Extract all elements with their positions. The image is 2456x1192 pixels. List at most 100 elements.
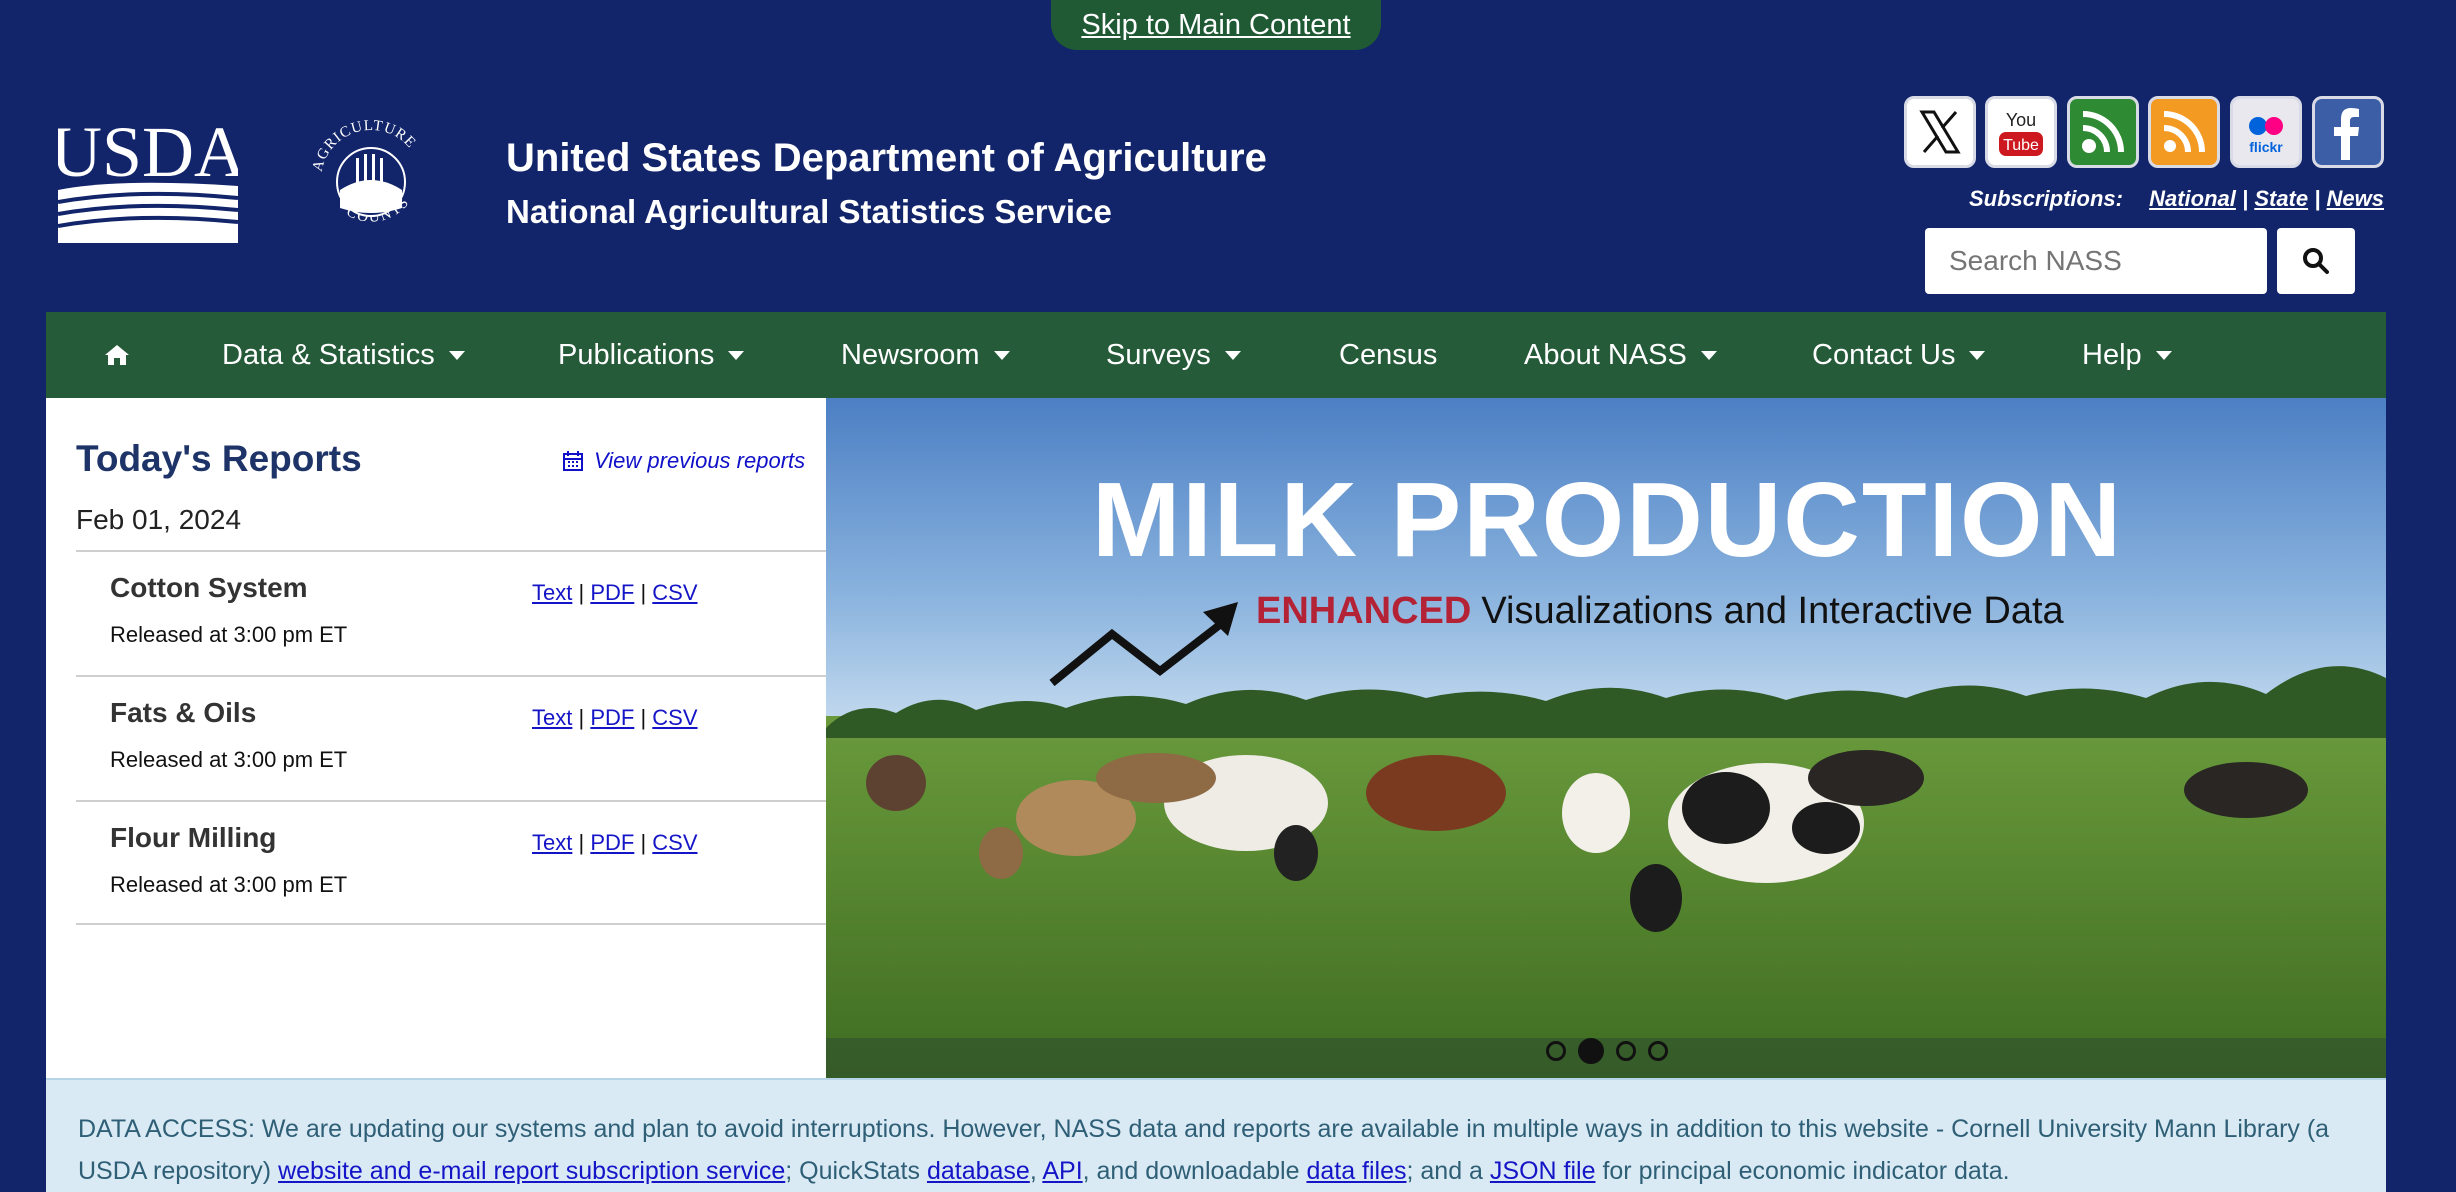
caret-down-icon: [728, 350, 745, 360]
subscription-national-link[interactable]: National: [2149, 186, 2236, 211]
report-text-link[interactable]: Text: [532, 580, 572, 605]
todays-reports-panel: Today's Reports View previous reports Fe…: [46, 398, 868, 1078]
report-text-link[interactable]: Text: [532, 830, 572, 855]
svg-text:Tube: Tube: [2003, 137, 2039, 154]
nav-label: Data & Statistics: [222, 338, 435, 371]
carousel-indicators: [1546, 1038, 1680, 1064]
home-icon: [105, 345, 129, 365]
hero-title: MILK PRODUCTION: [1092, 461, 2124, 579]
nav-label: Surveys: [1106, 338, 1211, 371]
report-csv-link[interactable]: CSV: [652, 705, 697, 730]
hero-subtitle: ENHANCED Visualizations and Interactive D…: [1256, 590, 2064, 633]
search-icon: [2303, 248, 2329, 274]
data-files-link[interactable]: data files: [1306, 1157, 1406, 1185]
todays-reports-title: Today's Reports: [76, 438, 362, 479]
flickr-icon[interactable]: flickr: [2230, 96, 2302, 168]
report-item: Cotton System Released at 3:00 pm ET Tex…: [76, 550, 868, 675]
report-pdf-link[interactable]: PDF: [590, 830, 634, 855]
subscriptions: Subscriptions: National | State | News: [1969, 186, 2384, 212]
view-previous-reports-label: View previous reports: [594, 448, 806, 473]
nav-label: About NASS: [1524, 338, 1687, 371]
carousel-dot[interactable]: [1616, 1041, 1636, 1061]
nav-surveys[interactable]: Surveys: [1106, 312, 1241, 398]
report-release-time: Released at 3:00 pm ET: [110, 872, 348, 897]
svg-text:You: You: [2006, 110, 2036, 130]
subscription-service-link[interactable]: website and e-mail report subscription s…: [278, 1157, 785, 1185]
carousel-dot[interactable]: [1648, 1041, 1668, 1061]
separator: |: [578, 580, 585, 605]
notice-text: ; QuickStats: [785, 1157, 927, 1185]
notice-text: ; and a: [1406, 1157, 1490, 1185]
report-name: Flour Milling: [110, 822, 277, 853]
x-icon[interactable]: [1904, 96, 1976, 168]
separator: |: [578, 830, 585, 855]
separator: |: [2242, 186, 2249, 211]
separator: |: [640, 830, 647, 855]
usda-logo-text: USDA: [58, 118, 238, 192]
report-release-time: Released at 3:00 pm ET: [110, 747, 348, 772]
notice-text: , and downloadable: [1082, 1157, 1307, 1185]
hero-carousel[interactable]: MILK PRODUCTION ENHANCED Visualizations a…: [826, 398, 2386, 1078]
subscriptions-label: Subscriptions:: [1968, 186, 2123, 211]
nav-contact-us[interactable]: Contact Us: [1812, 312, 1986, 398]
site-title: United States Department of Agriculture: [506, 136, 1267, 180]
report-item: Fats & Oils Released at 3:00 pm ET Text …: [76, 675, 868, 800]
report-name: Cotton System: [110, 572, 308, 603]
nav-data-statistics[interactable]: Data & Statistics: [222, 312, 465, 398]
youtube-icon[interactable]: You Tube: [1985, 96, 2057, 168]
usda-logo[interactable]: USDA: [50, 112, 246, 243]
rss-icon[interactable]: [2148, 96, 2220, 168]
report-links: Text | PDF | CSV: [532, 580, 698, 606]
subscription-state-link[interactable]: State: [2254, 186, 2308, 211]
data-access-notice: DATA ACCESS: We are updating our systems…: [46, 1078, 2386, 1192]
hero-subtitle-text: Visualizations and Interactive Data: [1481, 590, 2064, 632]
separator: |: [640, 705, 647, 730]
search-input[interactable]: [1925, 228, 2267, 294]
nav-help[interactable]: Help: [2082, 312, 2172, 398]
notice-text: for principal economic indicator data.: [1595, 1157, 2010, 1185]
separator: |: [578, 705, 585, 730]
nav-publications[interactable]: Publications: [558, 312, 745, 398]
subscription-news-link[interactable]: News: [2327, 186, 2384, 211]
separator: |: [640, 580, 647, 605]
nav-label: Help: [2082, 338, 2142, 371]
api-link[interactable]: API: [1042, 1157, 1082, 1185]
nav-about-nass[interactable]: About NASS: [1524, 312, 1717, 398]
nav-census[interactable]: Census: [1339, 312, 1437, 398]
nav-label: Contact Us: [1812, 338, 1956, 371]
blog-icon[interactable]: [2067, 96, 2139, 168]
nav-label: Newsroom: [841, 338, 980, 371]
site-subtitle: National Agricultural Statistics Service: [506, 193, 1112, 230]
caret-down-icon: [1700, 350, 1717, 360]
report-csv-link[interactable]: CSV: [652, 830, 697, 855]
report-links: Text | PDF | CSV: [532, 705, 698, 731]
agriculture-counts-seal[interactable]: AGRICULTURE COUNTS: [306, 110, 436, 245]
notice-text: ,: [1029, 1157, 1043, 1185]
skip-to-main-content-link[interactable]: Skip to Main Content: [1051, 0, 1381, 50]
caret-down-icon: [448, 350, 465, 360]
view-previous-reports-link[interactable]: View previous reports: [562, 448, 805, 474]
search-button[interactable]: [2277, 228, 2355, 294]
carousel-dot[interactable]: [1546, 1041, 1566, 1061]
caret-down-icon: [2155, 350, 2172, 360]
svg-text:flickr: flickr: [2249, 139, 2283, 155]
hero-enhanced-label: ENHANCED: [1256, 590, 1472, 632]
json-file-link[interactable]: JSON file: [1490, 1157, 1596, 1185]
report-text-link[interactable]: Text: [532, 705, 572, 730]
calendar-icon: [563, 451, 583, 471]
nav-label: Publications: [558, 338, 715, 371]
caret-down-icon: [1969, 350, 1986, 360]
report-pdf-link[interactable]: PDF: [590, 705, 634, 730]
separator: |: [2314, 186, 2321, 211]
facebook-icon[interactable]: [2312, 96, 2384, 168]
report-pdf-link[interactable]: PDF: [590, 580, 634, 605]
nav-label: Census: [1339, 338, 1438, 371]
report-csv-link[interactable]: CSV: [652, 580, 697, 605]
caret-down-icon: [1224, 350, 1241, 360]
reports-date: Feb 01, 2024: [76, 504, 242, 535]
nav-newsroom[interactable]: Newsroom: [841, 312, 1010, 398]
nav-home[interactable]: [104, 312, 130, 398]
carousel-dot-active[interactable]: [1578, 1038, 1604, 1064]
quickstats-database-link[interactable]: database: [927, 1157, 1030, 1185]
reports-list: Cotton System Released at 3:00 pm ET Tex…: [76, 550, 868, 925]
